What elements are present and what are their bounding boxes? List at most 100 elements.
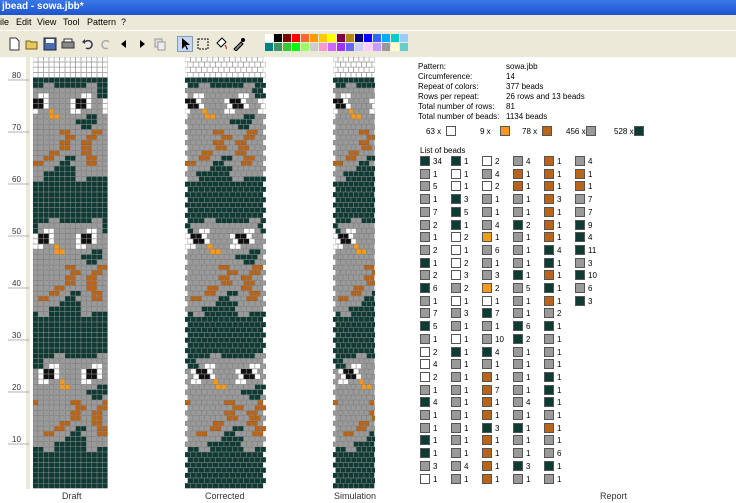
palette-swatch[interactable]	[373, 34, 381, 42]
bead	[343, 452, 349, 458]
bead	[102, 223, 108, 229]
bead	[70, 353, 76, 359]
select-rect-icon[interactable]	[195, 36, 211, 52]
bead	[249, 311, 255, 317]
palette-swatch[interactable]	[355, 34, 363, 42]
color-palette[interactable]	[265, 34, 411, 54]
palette-swatch[interactable]	[265, 34, 273, 42]
bead	[369, 306, 375, 312]
palette-swatch[interactable]	[328, 43, 336, 51]
new-icon[interactable]	[6, 36, 22, 52]
bead	[59, 394, 65, 400]
bead	[48, 62, 55, 68]
menu-tool[interactable]: Tool	[63, 17, 80, 27]
bead	[59, 77, 65, 83]
bead	[361, 384, 367, 390]
bead	[249, 342, 255, 348]
palette-swatch[interactable]	[319, 34, 327, 42]
palette-swatch[interactable]	[391, 34, 399, 42]
palette-swatch[interactable]	[274, 34, 282, 42]
bead	[210, 124, 216, 130]
palette-swatch[interactable]	[301, 34, 309, 42]
bead	[356, 301, 362, 307]
palette-swatch[interactable]	[373, 43, 381, 51]
palette-swatch[interactable]	[310, 34, 318, 42]
bead	[102, 472, 108, 478]
bead	[91, 353, 97, 359]
palette-swatch[interactable]	[283, 34, 291, 42]
bead	[198, 415, 205, 421]
bead	[333, 358, 338, 364]
palette-swatch[interactable]	[400, 34, 408, 42]
palette-swatch[interactable]	[355, 43, 363, 51]
bead	[59, 82, 65, 88]
open-icon[interactable]	[24, 36, 40, 52]
pointer-icon[interactable]	[177, 36, 193, 52]
palette-swatch[interactable]	[292, 43, 300, 51]
copy-icon[interactable]	[152, 36, 168, 52]
menu-view[interactable]: View	[37, 17, 56, 27]
menu-help[interactable]: ?	[121, 17, 126, 27]
bead	[75, 129, 81, 135]
corrected-pane[interactable]	[185, 57, 267, 489]
bead	[249, 394, 255, 400]
bead	[70, 176, 76, 182]
bead	[246, 98, 252, 104]
palette-swatch[interactable]	[400, 43, 408, 51]
print-icon[interactable]	[60, 36, 76, 52]
arrow-right-icon[interactable]	[134, 36, 150, 52]
palette-swatch[interactable]	[346, 34, 354, 42]
menu-edit[interactable]: Edit	[16, 17, 32, 27]
menu-pattern[interactable]: Pattern	[87, 17, 116, 27]
palette-swatch[interactable]	[382, 43, 390, 51]
bead	[190, 98, 196, 104]
bead	[340, 290, 346, 296]
arrow-left-icon[interactable]	[116, 36, 132, 52]
bead	[348, 140, 354, 146]
undo-icon[interactable]	[80, 36, 96, 52]
palette-swatch[interactable]	[328, 34, 336, 42]
palette-swatch[interactable]	[337, 34, 345, 42]
bead	[353, 316, 359, 322]
palette-swatch[interactable]	[364, 34, 372, 42]
bead	[48, 436, 55, 442]
palette-swatch[interactable]	[382, 34, 390, 42]
menu-file[interactable]: ile	[0, 17, 9, 27]
bead	[33, 332, 39, 338]
fill-icon[interactable]	[213, 36, 229, 52]
redo-icon[interactable]	[98, 36, 114, 52]
bead	[232, 384, 238, 390]
bead	[185, 171, 191, 177]
palette-swatch[interactable]	[391, 43, 399, 51]
palette-swatch[interactable]	[337, 43, 345, 51]
palette-swatch[interactable]	[310, 43, 318, 51]
bead-list-swatch	[544, 257, 554, 268]
bead	[81, 176, 87, 182]
bead-list-swatch	[451, 321, 461, 332]
bead	[343, 483, 349, 489]
bead	[33, 270, 39, 276]
simulation-pane[interactable]	[333, 57, 375, 489]
bead	[190, 202, 196, 208]
palette-swatch[interactable]	[346, 43, 354, 51]
pick-color-icon[interactable]	[231, 36, 247, 52]
bead	[345, 342, 351, 348]
palette-swatch[interactable]	[274, 43, 282, 51]
draft-pane[interactable]	[33, 57, 108, 489]
palette-swatch[interactable]	[364, 43, 372, 51]
bead	[59, 405, 65, 411]
bead	[204, 176, 210, 182]
bead	[348, 389, 354, 395]
palette-swatch[interactable]	[319, 43, 327, 51]
palette-swatch[interactable]	[292, 34, 300, 42]
bead	[238, 186, 244, 192]
bead	[358, 264, 364, 270]
bead	[364, 140, 370, 146]
bead	[215, 467, 222, 473]
bead	[343, 57, 349, 62]
palette-swatch[interactable]	[283, 43, 291, 51]
palette-swatch[interactable]	[265, 43, 273, 51]
bead	[201, 358, 208, 364]
palette-swatch[interactable]	[301, 43, 309, 51]
save-icon[interactable]	[42, 36, 58, 52]
